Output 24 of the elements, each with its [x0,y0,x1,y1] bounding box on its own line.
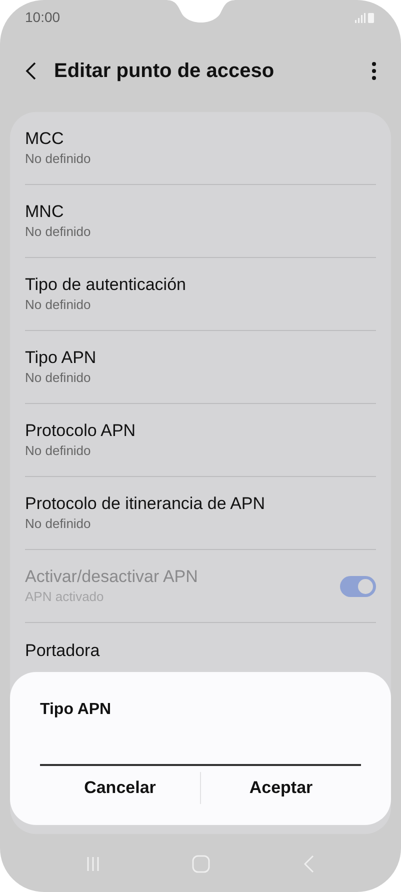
recent-apps-icon[interactable] [86,856,100,872]
dialog-button[interactable]: Aceptar [241,772,321,804]
back-icon[interactable] [24,61,38,81]
setting-title[interactable]: Tipo APN [25,347,376,369]
setting-title[interactable]: MNC [25,201,376,223]
setting-title[interactable]: Portadora [25,640,376,662]
setting-value: No definido [25,223,92,241]
status-time: 10:00 [25,8,60,27]
page-title: Editar punto de acceso [54,59,276,84]
dialog-button[interactable]: Cancelar [76,772,164,804]
signal-battery-icon [354,12,376,24]
setting-value: No definido [25,442,92,460]
dialog-title: Tipo APN [40,700,112,720]
setting-value: No definido [25,369,92,387]
more-options-icon[interactable] [371,61,377,81]
back-nav-icon[interactable] [302,855,315,873]
setting-title[interactable]: Protocolo de itinerancia de APN [25,493,376,515]
setting-title[interactable]: Tipo de autenticación [25,274,376,296]
setting-value: No definido [25,296,92,314]
setting-value: No definido [25,150,92,168]
setting-title[interactable]: Protocolo APN [25,420,376,442]
setting-title[interactable]: MCC [25,128,376,150]
home-icon[interactable] [192,855,210,873]
setting-value: No definido [25,515,92,533]
